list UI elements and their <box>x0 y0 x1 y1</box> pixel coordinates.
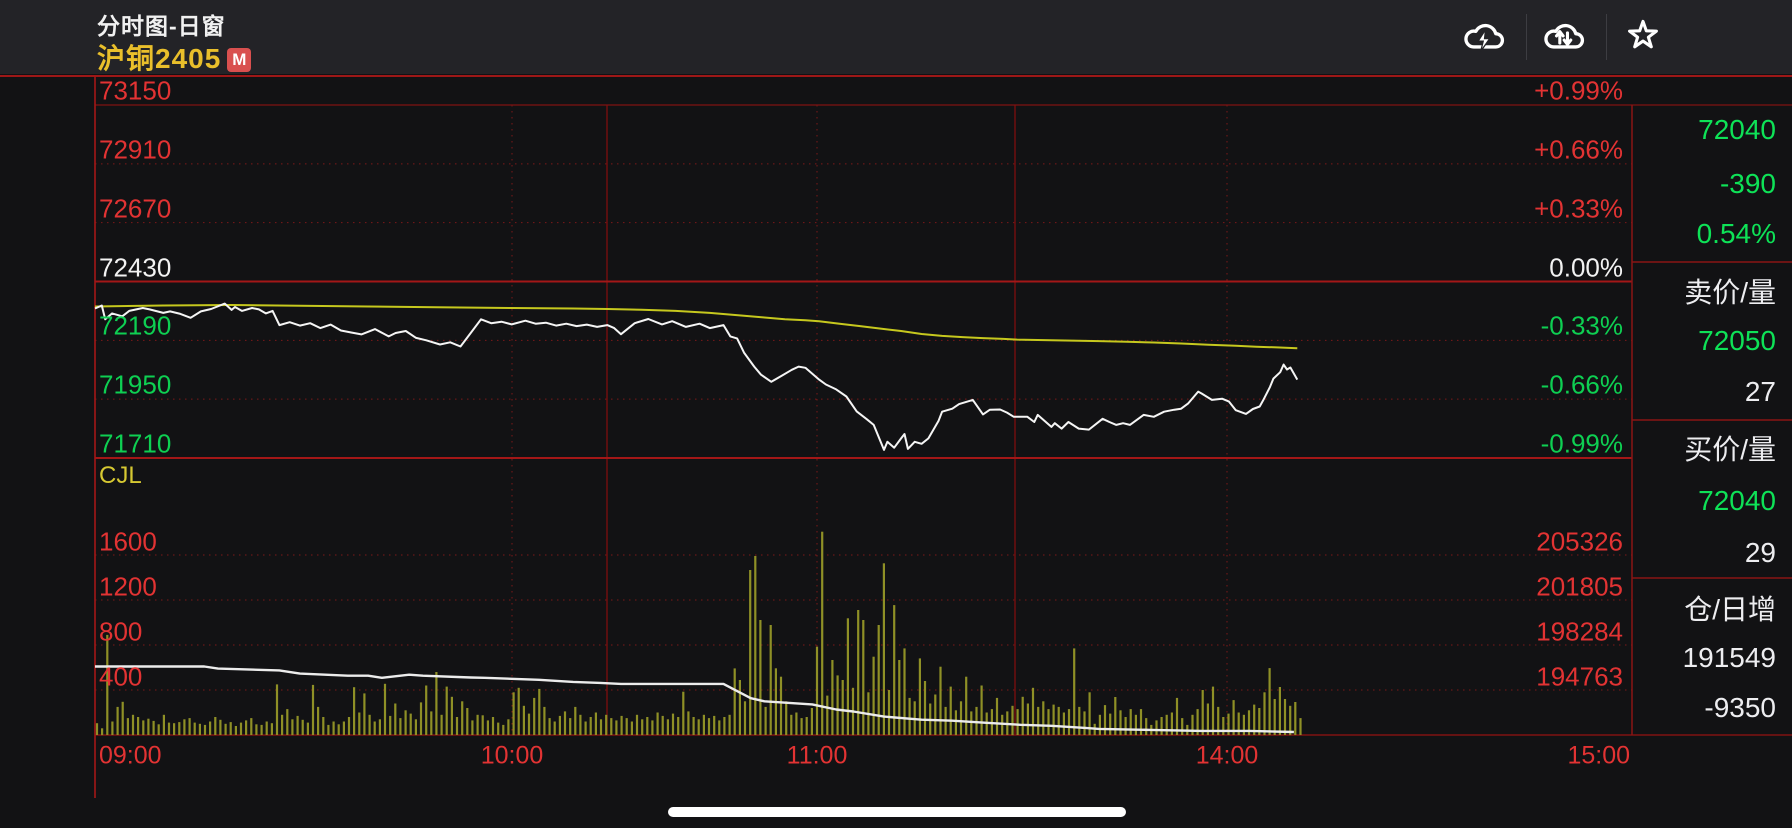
time-axis-tick: 15:00 <box>1567 742 1630 771</box>
price-axis-tick: 72190 <box>99 311 171 342</box>
bid-label: 买价/量 <box>1684 428 1776 468</box>
open-interest-label: 仓/日增 <box>1684 588 1776 628</box>
volume-axis-tick: 400 <box>99 662 142 693</box>
time-axis-tick: 09:00 <box>99 742 162 771</box>
percent-axis-tick: -0.33% <box>1541 311 1623 342</box>
volume-axis-tick: 800 <box>99 617 142 648</box>
price-change-pct: 0.54% <box>1697 218 1776 250</box>
volume-axis-tick: 1200 <box>99 572 157 603</box>
time-axis-tick: 11:00 <box>787 742 848 771</box>
time-axis-tick: 14:00 <box>1196 742 1259 771</box>
volume-axis-tick: 1600 <box>99 527 157 558</box>
open-interest-axis-tick: 205326 <box>1536 527 1623 558</box>
price-axis-tick: 72910 <box>99 135 171 166</box>
percent-axis-tick: 0.00% <box>1549 253 1623 284</box>
trading-app: 分时图-日窗 沪铜2405M 73150 <box>0 0 1792 828</box>
open-interest-value: 191549 <box>1683 642 1776 674</box>
percent-axis-tick: -0.66% <box>1541 370 1623 401</box>
time-axis-tick: 10:00 <box>481 742 544 771</box>
price-axis-tick: 71950 <box>99 370 171 401</box>
bid-price: 72040 <box>1698 485 1776 517</box>
ask-label: 卖价/量 <box>1684 271 1776 311</box>
home-indicator[interactable] <box>668 807 1126 817</box>
bid-quantity: 29 <box>1745 537 1776 569</box>
percent-axis-tick: -0.99% <box>1541 429 1623 460</box>
open-interest-axis-tick: 198284 <box>1536 617 1623 648</box>
price-axis-tick: 71710 <box>99 429 171 460</box>
percent-axis-tick: +0.33% <box>1534 194 1623 225</box>
price-axis-tick: 73150 <box>99 76 171 107</box>
open-interest-axis-tick: 201805 <box>1536 572 1623 603</box>
price-axis-tick: 72670 <box>99 194 171 225</box>
open-interest-axis-tick: 194763 <box>1536 662 1623 693</box>
price-change: -390 <box>1720 168 1776 200</box>
price-axis-tick: 72430 <box>99 253 171 284</box>
open-interest-change: -9350 <box>1704 692 1776 724</box>
ask-price: 72050 <box>1698 325 1776 357</box>
quote-panel[interactable]: 72040 -390 0.54% 卖价/量 72050 27 买价/量 7204… <box>1632 105 1792 735</box>
last-price: 72040 <box>1698 114 1776 146</box>
percent-axis-tick: +0.99% <box>1534 76 1623 107</box>
ask-quantity: 27 <box>1745 376 1776 408</box>
indicator-label: CJL <box>99 462 142 490</box>
percent-axis-tick: +0.66% <box>1534 135 1623 166</box>
